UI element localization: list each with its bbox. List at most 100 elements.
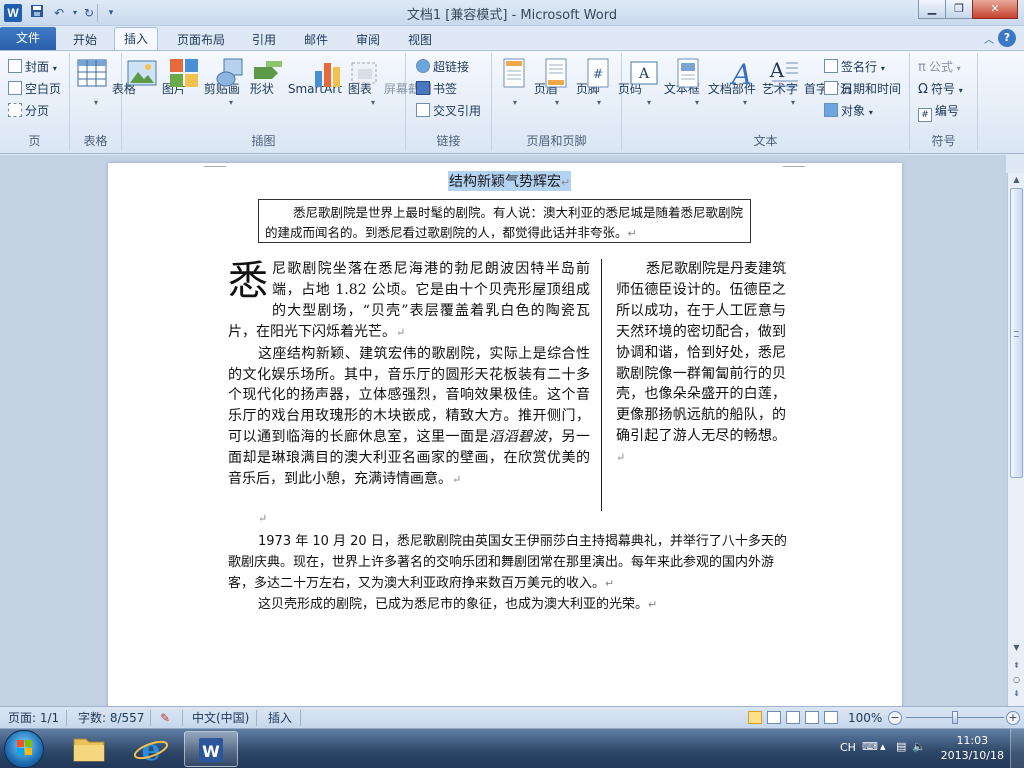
left-column[interactable]: 悉尼歌剧院坐落在悉尼海港的勃尼朗波因特半岛前端，占地 1.82 公顷。它是由十个… [228, 259, 590, 491]
signature-line-button[interactable]: 签名行 ▾ [824, 57, 885, 77]
hyperlink-icon [416, 59, 430, 73]
drop-cap-button[interactable]: A 首字下沉▾ [768, 57, 852, 107]
print-layout-view-icon[interactable] [748, 711, 762, 724]
show-hidden-icons-icon[interactable]: ▴ [880, 740, 886, 753]
taskbar-explorer[interactable] [62, 731, 116, 767]
previous-page-icon[interactable]: ⇞ [1011, 661, 1022, 670]
cover-page-button[interactable]: 封面 ▾ [8, 57, 57, 77]
taskbar: e W CH ⌨ ▴ ▤ 🔈 11:03 2013/10/18 [0, 728, 1024, 768]
footer-icon [545, 58, 567, 88]
bookmark-icon [416, 81, 430, 95]
maximize-button[interactable]: ❐ [945, 0, 973, 19]
show-desktop-button[interactable] [1010, 729, 1024, 768]
keyboard-icon[interactable]: ⌨ [862, 740, 878, 753]
object-icon [824, 103, 838, 117]
tab-page-layout[interactable]: 页面布局 [170, 30, 232, 50]
status-separator [66, 710, 67, 726]
group-label-illustrations: 插图 [251, 134, 276, 148]
taskbar-word[interactable]: W [184, 731, 238, 767]
scroll-up-icon[interactable]: ▲ [1011, 175, 1022, 184]
tab-insert[interactable]: 插入 [114, 27, 158, 50]
close-button[interactable]: ✕ [972, 0, 1018, 19]
equation-button[interactable]: π 公式 ▾ [918, 57, 961, 77]
clipart-button[interactable]: 剪贴画 [168, 57, 240, 97]
zoom-level[interactable]: 100% [848, 710, 882, 726]
scroll-down-icon[interactable]: ▼ [1011, 643, 1022, 652]
tab-view[interactable]: 视图 [400, 30, 440, 50]
tab-references[interactable]: 引用 [244, 30, 284, 50]
document-area[interactable]: 结构新颖气势辉宏↵ 悉尼歌剧院是世界上最时髦的剧院。有人说：澳大利亚的悉尼城是随… [0, 155, 1007, 706]
help-icon[interactable]: ? [998, 29, 1016, 47]
header-button[interactable]: 页眉 ▾ [498, 57, 558, 107]
volume-icon[interactable]: 🔈 [912, 740, 926, 753]
tab-home[interactable]: 开始 [64, 30, 106, 50]
table-button[interactable]: 表格 ▾ [76, 57, 136, 107]
group-tables: 表格 ▾ 表格 [70, 53, 136, 151]
ruler-toggle-icon[interactable] [1006, 155, 1024, 173]
page-break-button[interactable]: 分页 [8, 101, 49, 121]
svg-text:e: e [141, 733, 160, 767]
status-separator [150, 710, 151, 726]
minimize-ribbon-icon[interactable]: ︿ [984, 31, 994, 46]
tab-file[interactable]: 文件 [0, 27, 56, 50]
clock[interactable]: 11:03 2013/10/18 [941, 733, 1004, 763]
screenshot-button[interactable]: 屏幕截图 ▾ [348, 57, 432, 107]
symbol-button[interactable]: Ω 符号 ▾ [918, 79, 963, 99]
taskbar-internet-explorer[interactable]: e [124, 731, 178, 768]
picture-button[interactable]: 图片 [126, 57, 186, 97]
footer-button[interactable]: 页脚 ▾ [540, 57, 600, 107]
body-paragraph[interactable]: 1973 年 10 月 20 日，悉尼歌剧院由英国女王伊丽莎白主持揭幕典礼，并举… [228, 531, 788, 594]
paragraph: 悉尼歌剧院坐落在悉尼海港的勃尼朗波因特半岛前端，占地 1.82 公顷。它是由十个… [228, 258, 590, 340]
tab-mailings[interactable]: 邮件 [296, 30, 336, 50]
body-paragraph[interactable]: 这贝壳形成的剧院，已成为悉尼市的象征，也成为澳大利亚的光荣。↵ [228, 594, 788, 615]
paragraph-mark: ↵ [561, 176, 571, 189]
page-break-icon [8, 103, 22, 117]
quick-parts-button[interactable]: 文档部件 ▾ [672, 57, 756, 107]
right-column[interactable]: 悉尼歌剧院是丹麦建筑师伍德臣设计的。伍德臣之所以成功，在于人工匠意与天然环境的密… [616, 259, 786, 469]
minimize-button[interactable]: ▁ [918, 0, 946, 19]
bookmark-button[interactable]: 书签 [416, 79, 457, 99]
blank-page-icon [8, 81, 22, 95]
ime-indicator[interactable]: CH [840, 741, 856, 754]
tab-review[interactable]: 审阅 [348, 30, 388, 50]
next-page-icon[interactable]: ⇟ [1011, 689, 1022, 698]
chart-button[interactable]: 图表 [312, 57, 372, 97]
hyperlink-button[interactable]: 超链接 [416, 57, 469, 77]
zoom-slider-thumb[interactable] [952, 711, 958, 724]
word-count[interactable]: 字数: 8/557 [78, 710, 144, 726]
web-layout-view-icon[interactable] [786, 711, 800, 724]
page-count[interactable]: 页面: 1/1 [8, 710, 59, 726]
draft-view-icon[interactable] [824, 711, 838, 724]
blank-page-button[interactable]: 空白页 [8, 79, 61, 99]
document-title[interactable]: 结构新颖气势辉宏↵ [448, 171, 572, 191]
window-title: 文档1 [兼容模式] - Microsoft Word [406, 8, 618, 23]
shapes-button[interactable]: 形状 ▾ [214, 57, 274, 107]
pi-icon: π [918, 60, 926, 75]
intro-text-box[interactable]: 悉尼歌剧院是世界上最时髦的剧院。有人说：澳大利亚的悉尼城是随着悉尼歌剧院的建成而… [258, 199, 751, 243]
cross-reference-button[interactable]: 交叉引用 [416, 101, 481, 121]
group-symbols: π 公式 ▾ Ω 符号 ▾ # 编号 符号 [910, 53, 978, 151]
vertical-scrollbar[interactable]: ▲ ▼ ⇞ ○ ⇟ [1007, 173, 1024, 706]
object-button[interactable]: 对象 ▾ [824, 101, 873, 121]
insert-mode-indicator[interactable]: 插入 [268, 710, 292, 726]
document-page[interactable]: 结构新颖气势辉宏↵ 悉尼歌剧院是世界上最时髦的剧院。有人说：澳大利亚的悉尼城是随… [108, 163, 902, 706]
textbox-button[interactable]: A 文本框 ▾ [628, 57, 700, 107]
outline-view-icon[interactable] [805, 711, 819, 724]
empty-paragraph-mark: ↵ [258, 512, 268, 525]
date-time-button[interactable]: 日期和时间 [824, 79, 901, 99]
select-browse-object-icon[interactable]: ○ [1011, 675, 1022, 684]
status-separator [182, 710, 183, 726]
zoom-in-button[interactable]: + [1006, 711, 1020, 725]
page-number-button[interactable]: # 页码 ▾ [582, 57, 642, 107]
wordart-button[interactable]: A 艺术字 ▾ [726, 57, 798, 107]
language-indicator[interactable]: 中文(中国) [192, 710, 249, 726]
start-button[interactable] [4, 730, 44, 768]
proofing-icon[interactable]: ✎ [160, 710, 170, 726]
number-button[interactable]: # 编号 [918, 101, 959, 122]
smartart-button[interactable]: SmartArt [252, 57, 342, 96]
full-screen-reading-view-icon[interactable] [767, 711, 781, 724]
cover-page-icon [8, 59, 22, 73]
zoom-out-button[interactable]: − [888, 711, 902, 725]
scrollbar-thumb[interactable] [1010, 188, 1023, 478]
network-icon[interactable]: ▤ [896, 740, 906, 753]
